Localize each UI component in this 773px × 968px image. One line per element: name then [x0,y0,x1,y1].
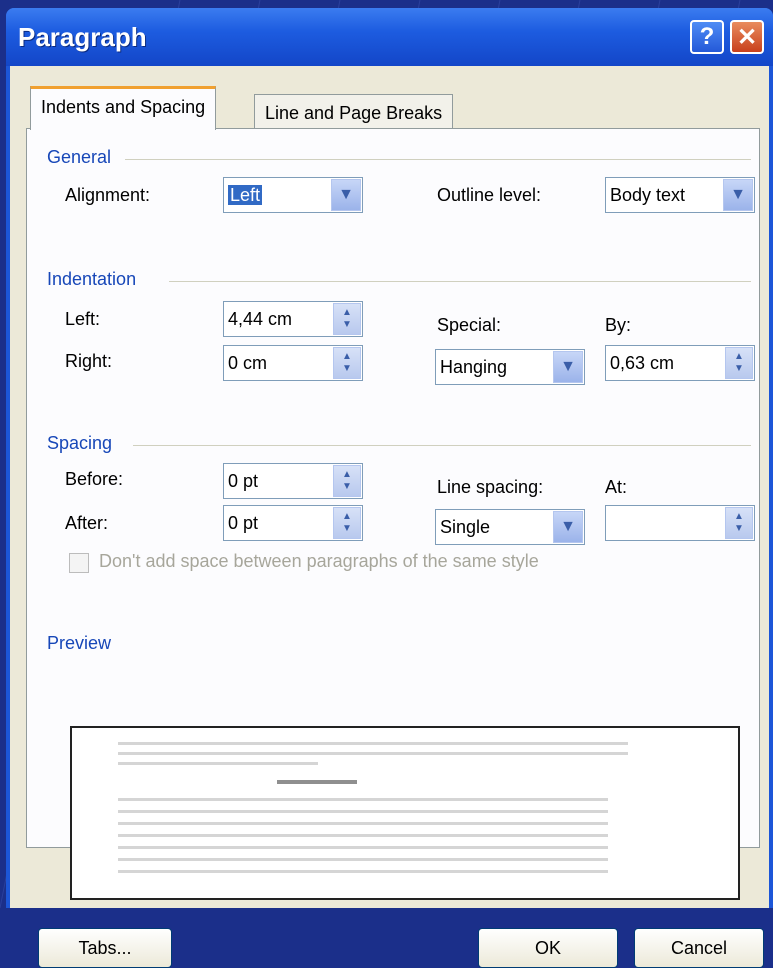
line-spacing-select[interactable]: Single ▼ [435,509,585,545]
spin-arrows-icon[interactable]: ▲ ▼ [333,465,361,497]
help-button[interactable]: ? [690,20,724,54]
chevron-down-icon[interactable]: ▼ [553,511,583,543]
special-select[interactable]: Hanging ▼ [435,349,585,385]
indent-right-input[interactable]: 0 cm ▲ ▼ [223,345,363,381]
chevron-down-icon[interactable]: ▼ [553,351,583,383]
indent-left-label: Left: [65,309,101,329]
dialog-body: Indents and Spacing Line and Page Breaks… [10,66,769,968]
preview-line [118,834,608,837]
indentation-divider [169,281,751,282]
indentation-heading: Indentation [47,269,137,289]
spacing-after-value: 0 pt [228,513,259,533]
preview-heading: Preview [47,633,112,653]
spacing-heading: Spacing [47,433,113,453]
dont-add-space-checkbox[interactable] [69,553,89,573]
dont-add-space-label: Don't add space between paragraphs of th… [99,551,539,571]
ok-button[interactable]: OK [478,928,618,968]
tabs-button-label: Tabs... [78,937,132,958]
spacing-after-input[interactable]: 0 pt ▲ ▼ [223,505,363,541]
line-spacing-value: Single [440,517,491,537]
close-icon: ✕ [736,23,758,51]
tab-line-and-page-breaks[interactable]: Line and Page Breaks [254,94,454,132]
spacing-before-label: Before: [65,469,124,489]
spin-arrows-icon[interactable]: ▲ ▼ [333,347,361,379]
spacing-before-value: 0 pt [228,471,259,491]
tabs-button[interactable]: Tabs... [38,928,172,968]
outline-level-label: Outline level: [437,185,542,205]
help-icon: ? [699,23,715,50]
chevron-down-icon[interactable]: ▼ [331,179,361,211]
title-bar[interactable]: Paragraph ? ✕ [6,8,773,66]
preview-sample-line [277,780,357,784]
by-label: By: [605,315,632,335]
general-divider [125,159,751,160]
spacing-after-label: After: [65,513,109,533]
indent-right-label: Right: [65,351,113,371]
by-input[interactable]: 0,63 cm ▲ ▼ [605,345,755,381]
special-value: Hanging [440,357,508,377]
tab-label: Indents and Spacing [41,97,206,117]
tab-indents-and-spacing[interactable]: Indents and Spacing [30,86,217,130]
general-heading: General [47,147,112,167]
preview-line [118,742,628,745]
preview-line [118,810,608,813]
outline-level-value: Body text [610,185,686,205]
indent-left-value: 4,44 cm [228,309,293,329]
at-input[interactable]: ▲ ▼ [605,505,755,541]
indent-left-input[interactable]: 4,44 cm ▲ ▼ [223,301,363,337]
spacing-divider [133,445,751,446]
close-button[interactable]: ✕ [730,20,764,54]
cancel-button-label: Cancel [670,937,728,958]
at-label: At: [605,477,628,497]
preview-line [118,870,608,873]
alignment-value: Left [228,185,263,205]
preview-line [118,798,608,801]
cancel-button[interactable]: Cancel [634,928,764,968]
preview-box [70,726,740,900]
indent-right-value: 0 cm [228,353,268,373]
preview-line [118,846,608,849]
preview-line [118,762,318,765]
preview-line [118,858,608,861]
special-label: Special: [437,315,502,335]
paragraph-dialog: Paragraph ? ✕ Indents and Spacing Line a… [6,8,773,968]
spin-arrows-icon[interactable]: ▲ ▼ [725,347,753,379]
preview-line [118,752,628,755]
chevron-down-icon[interactable]: ▼ [723,179,753,211]
tab-label: Line and Page Breaks [265,103,443,123]
spin-arrows-icon[interactable]: ▲ ▼ [725,507,753,539]
alignment-select[interactable]: Left ▼ [223,177,363,213]
spin-arrows-icon[interactable]: ▲ ▼ [333,507,361,539]
line-spacing-label: Line spacing: [437,477,544,497]
window-title: Paragraph [18,22,147,52]
spacing-before-input[interactable]: 0 pt ▲ ▼ [223,463,363,499]
preview-line [118,822,608,825]
ok-button-label: OK [534,937,561,958]
outline-level-select[interactable]: Body text ▼ [605,177,755,213]
by-value: 0,63 cm [610,353,675,373]
alignment-label: Alignment: [65,185,151,205]
spin-arrows-icon[interactable]: ▲ ▼ [333,303,361,335]
